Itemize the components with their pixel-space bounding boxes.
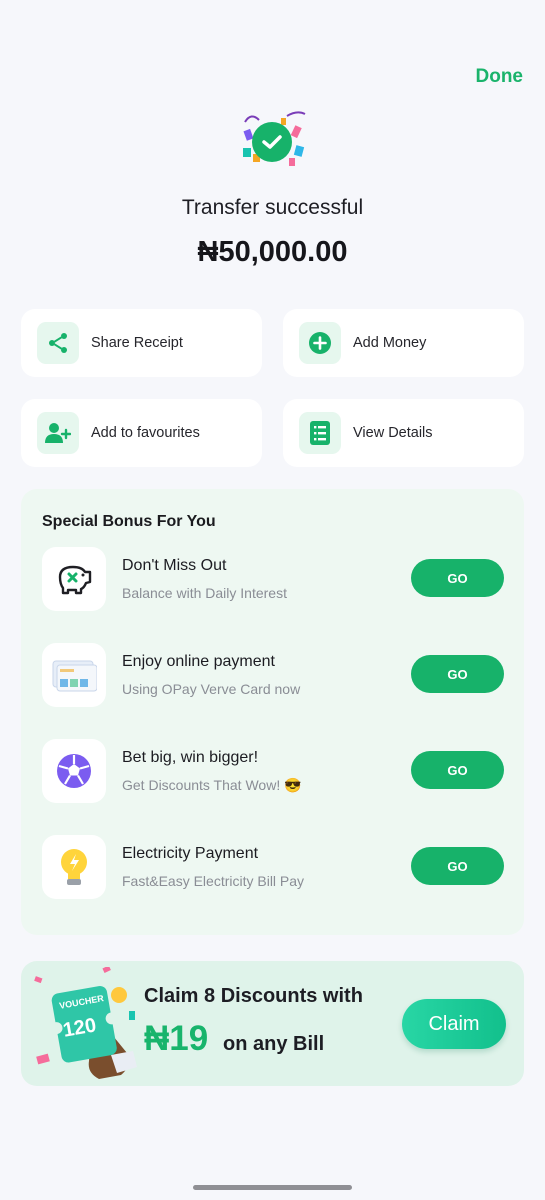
go-button[interactable]: GO — [411, 559, 504, 597]
bonus-item-savings: Don't Miss Out Balance with Daily Intere… — [42, 547, 504, 611]
add-to-favourites-button[interactable]: Add to favourites — [21, 399, 262, 467]
share-receipt-button[interactable]: Share Receipt — [21, 309, 262, 377]
voucher-illustration: VOUCHER 120 — [29, 965, 141, 1082]
claim-button[interactable]: Claim — [402, 999, 506, 1049]
view-details-button[interactable]: View Details — [283, 399, 524, 467]
promo-subline: on any Bill — [223, 1033, 325, 1055]
football-icon — [42, 739, 106, 803]
bonus-item-title: Bet big, win bigger! — [122, 749, 259, 766]
share-icon — [37, 322, 79, 364]
bonus-item-title: Don't Miss Out — [122, 557, 227, 574]
bonus-item-subtitle: Fast&Easy Electricity Bill Pay — [122, 873, 305, 889]
plus-circle-icon — [299, 322, 341, 364]
add-money-label: Add Money — [353, 335, 427, 351]
done-button[interactable]: Done — [476, 66, 524, 88]
bonus-item-electricity: Electricity Payment Fast&Easy Electricit… — [42, 835, 504, 899]
success-celebration-icon — [237, 108, 309, 170]
bonus-item-title: Electricity Payment — [122, 845, 259, 862]
cards-icon — [42, 643, 106, 707]
lightbulb-icon — [42, 835, 106, 899]
go-button[interactable]: GO — [411, 751, 504, 789]
bonus-item-subtitle: Get Discounts That Wow! 😎 — [122, 777, 302, 793]
special-bonus-panel: Special Bonus For You Don't Miss Out Bal… — [21, 489, 524, 935]
add-to-favourites-label: Add to favourites — [91, 425, 200, 441]
view-details-label: View Details — [353, 425, 433, 441]
add-user-icon — [37, 412, 79, 454]
add-money-button[interactable]: Add Money — [283, 309, 524, 377]
piggy-bank-icon — [42, 547, 106, 611]
bonus-item-subtitle: Balance with Daily Interest — [122, 585, 287, 601]
go-button[interactable]: GO — [411, 655, 504, 693]
share-receipt-label: Share Receipt — [91, 335, 183, 351]
bonus-item-online-payment: Enjoy online payment Using OPay Verve Ca… — [42, 643, 504, 707]
bonus-item-bet: Bet big, win bigger! Get Discounts That … — [42, 739, 504, 803]
bonus-item-title: Enjoy online payment — [122, 653, 275, 670]
bonus-item-subtitle: Using OPay Verve Card now — [122, 681, 301, 697]
promo-price: ₦19 — [144, 1019, 209, 1058]
document-icon — [299, 412, 341, 454]
home-indicator[interactable] — [193, 1185, 352, 1190]
discount-promo-banner[interactable]: VOUCHER 120 Claim 8 Discounts with ₦19 o… — [21, 961, 524, 1086]
special-bonus-heading: Special Bonus For You — [42, 513, 216, 530]
transfer-status-title: Transfer successful — [181, 196, 364, 219]
promo-headline: Claim 8 Discounts with — [144, 985, 363, 1007]
transfer-amount: ₦50,000.00 — [197, 236, 348, 268]
go-button[interactable]: GO — [411, 847, 504, 885]
